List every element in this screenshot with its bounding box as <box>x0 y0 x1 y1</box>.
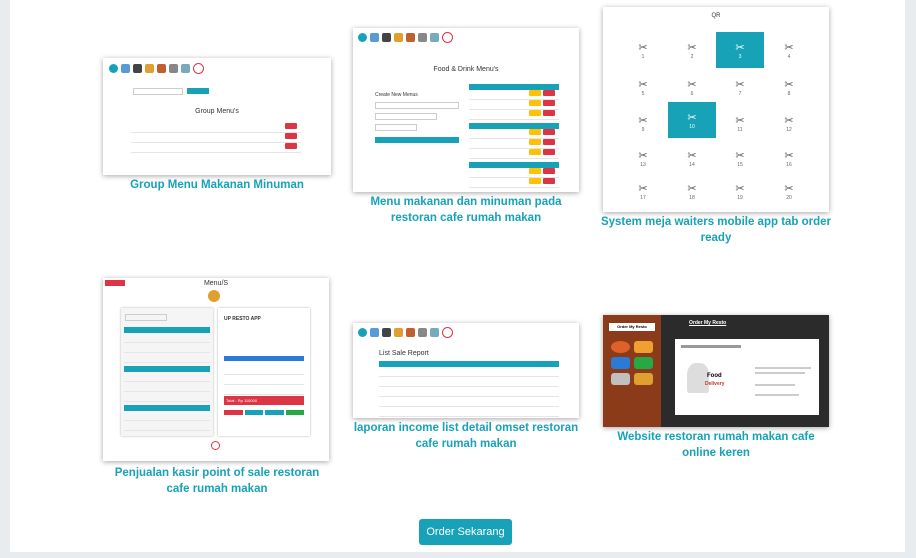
cashier-icon <box>418 328 427 337</box>
cashier-icon <box>418 33 427 42</box>
report-icon <box>430 33 439 42</box>
table-cell: ✂ 13 <box>638 149 648 168</box>
table-cell: ✂ 19 <box>735 182 745 201</box>
card-caption[interactable]: Penjualan kasir point of sale restoran c… <box>102 465 332 497</box>
card-caption[interactable]: laporan income list detail omset restora… <box>350 420 582 452</box>
pos-title: Menu/S <box>203 280 229 287</box>
table-cell: ✂ 7 <box>735 78 745 97</box>
table-cell: ✂ 9 <box>638 114 648 133</box>
cashier-icon <box>169 64 178 73</box>
burger-icon <box>394 328 403 337</box>
app-icon-row <box>358 32 453 43</box>
order-now-button[interactable]: Order Sekarang <box>419 519 512 545</box>
thumbnail-food-drink-menu[interactable]: Food & Drink Menu's Create New Menus <box>353 28 579 192</box>
report-icon <box>181 64 190 73</box>
site-content: Food Delivery <box>675 339 819 415</box>
table-cell: ✂ 8 <box>784 78 794 97</box>
thumbnail-group-menu[interactable]: Group Menu's <box>103 58 331 175</box>
report-title: List Sale Report <box>379 350 429 357</box>
home-icon <box>358 33 367 42</box>
drinks-icon <box>157 64 166 73</box>
chef-logo-icon <box>208 290 220 302</box>
delivery-logo: Food Delivery <box>687 359 727 399</box>
group-menu-title: Group Menu's <box>195 108 239 115</box>
drinks-icon <box>406 328 415 337</box>
monitor-icon <box>370 328 379 337</box>
sidebar-brand: Order My Resto <box>609 323 655 331</box>
save-button <box>375 137 459 143</box>
thumbnail-website[interactable]: Order My Resto Order My Resto Food Deliv… <box>603 315 829 427</box>
food-sidebar: Order My Resto <box>603 315 661 427</box>
power-icon <box>211 441 220 450</box>
search-button <box>187 88 209 94</box>
app-icon-row <box>358 327 453 338</box>
list-item <box>131 133 301 143</box>
power-icon <box>193 63 204 74</box>
card-caption[interactable]: Group Menu Makanan Minuman <box>103 177 331 193</box>
search-box <box>133 88 183 95</box>
table-cell: ✂ 4 <box>784 41 794 60</box>
total-bar: Total : Rp 110000 <box>224 396 304 405</box>
monitor-icon <box>370 33 379 42</box>
chef-icon <box>382 328 391 337</box>
app-name: UP RESTO APP <box>224 316 261 322</box>
menu-tables <box>469 84 559 188</box>
table-cell: ✂ 20 <box>784 182 794 201</box>
table-cell-selected: ✂ 10 <box>668 102 716 138</box>
table-cell-selected: ✂ 3 <box>716 32 764 68</box>
table-cell: ✂ 1 <box>638 41 648 60</box>
list-item <box>131 123 301 133</box>
power-icon <box>442 32 453 43</box>
thumbnail-table-system[interactable]: QR ✂ 1 ✂ 2 ✂ 3 ✂ 4 ✂ 5 ✂ 6 ✂ 7 ✂ 8 ✂ 9 ✂ 10 ✂ 11 ✂ 1… <box>603 7 829 212</box>
chef-icon <box>382 33 391 42</box>
table-cell: ✂ 6 <box>687 78 697 97</box>
app-icon-row <box>109 63 204 74</box>
table-cell: ✂ 11 <box>735 114 745 133</box>
report-table <box>379 361 559 417</box>
home-icon <box>109 64 118 73</box>
card-caption[interactable]: Website restoran rumah makan cafe online… <box>600 429 832 461</box>
thumbnail-pos-cashier[interactable]: Menu/S UP RESTO APP Total : Rp 110000 <box>103 278 329 461</box>
table-cell: ✂ 17 <box>638 182 648 201</box>
page-title: Food & Drink Menu's <box>433 66 499 73</box>
power-icon <box>442 327 453 338</box>
thumbnail-sale-report[interactable]: List Sale Report <box>353 323 579 418</box>
drinks-icon <box>406 33 415 42</box>
card-caption[interactable]: System meja waiters mobile app tab order… <box>600 214 832 246</box>
menu-panel <box>121 308 213 436</box>
table-cell: ✂ 5 <box>638 78 648 97</box>
burger-icon <box>145 64 154 73</box>
table-cell: ✂ 14 <box>687 149 697 168</box>
menu-list <box>131 123 301 153</box>
chef-icon <box>133 64 142 73</box>
table-cell: ✂ 15 <box>735 149 745 168</box>
table-cell: ✂ 2 <box>687 41 697 60</box>
form-title: Create New Menus <box>375 92 418 98</box>
site-heading: Order My Resto <box>689 320 727 326</box>
home-icon <box>358 328 367 337</box>
card-caption[interactable]: Menu makanan dan minuman pada restoran c… <box>350 194 582 226</box>
table-grid: ✂ 1 ✂ 2 ✂ 3 ✂ 4 ✂ 5 ✂ 6 ✂ 7 ✂ 8 ✂ 9 ✂ 10 ✂ 11 ✂ 12 ✂… <box>603 7 829 212</box>
table-cell: ✂ 18 <box>687 182 697 201</box>
list-item <box>131 143 301 153</box>
create-form: Create New Menus <box>375 92 459 143</box>
report-icon <box>430 328 439 337</box>
table-cell: ✂ 12 <box>784 114 794 133</box>
monitor-icon <box>121 64 130 73</box>
order-panel: UP RESTO APP Total : Rp 110000 <box>218 308 310 436</box>
burger-icon <box>394 33 403 42</box>
table-cell: ✂ 16 <box>784 149 794 168</box>
